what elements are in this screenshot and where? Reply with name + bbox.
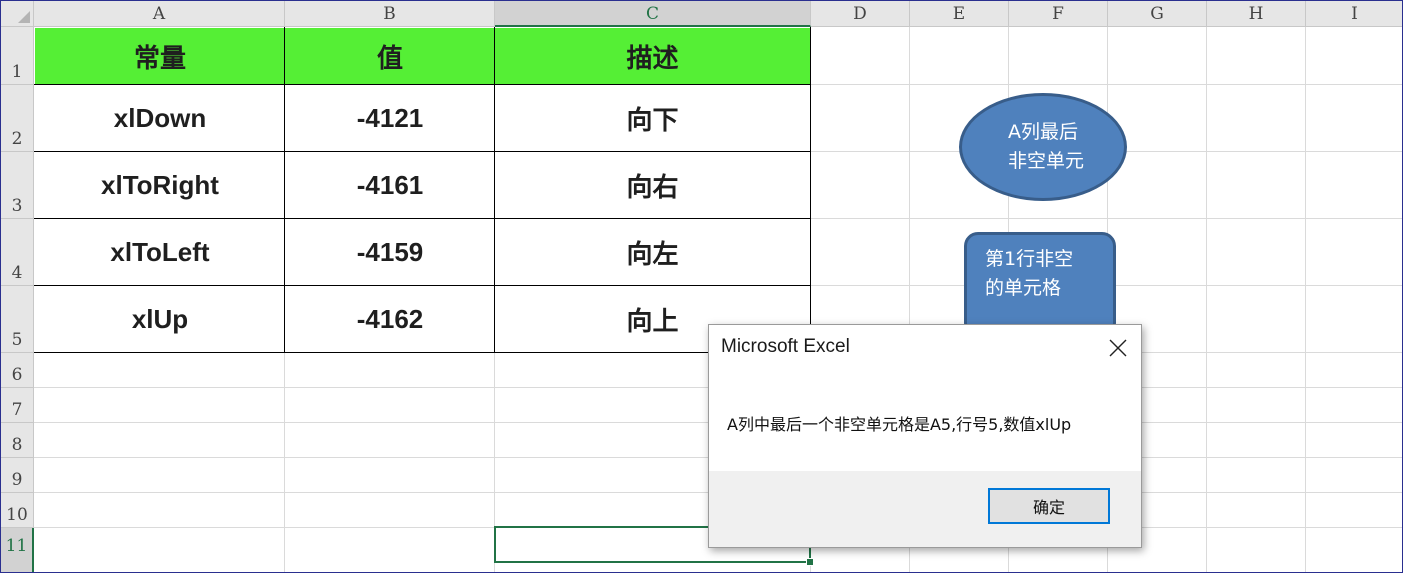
column-header-g[interactable]: G [1108,1,1207,27]
table-header-description[interactable]: 描述 [495,28,810,85]
dialog-title: Microsoft Excel [721,336,850,357]
table-cell[interactable]: xlDown [35,85,285,152]
column-header-c[interactable]: C [495,1,811,27]
row-header-8[interactable]: 8 [1,423,34,458]
table-header-value[interactable]: 值 [285,28,495,85]
close-icon[interactable] [1107,337,1129,359]
column-header-f[interactable]: F [1009,1,1108,27]
row-header-2[interactable]: 2 [1,85,34,152]
column-header-d[interactable]: D [811,1,910,27]
spreadsheet-window: A B C D E F G H I 1 2 3 4 5 6 7 8 9 10 1… [0,0,1403,573]
table-cell[interactable]: 向右 [495,152,810,219]
fill-handle[interactable] [806,558,814,566]
table-cell[interactable]: xlUp [35,286,285,353]
row-header-10[interactable]: 10 [1,493,34,528]
column-header-a[interactable]: A [34,1,285,27]
table-cell[interactable]: -4159 [285,219,495,286]
column-header-e[interactable]: E [910,1,1009,27]
message-box-dialog: Microsoft Excel A列中最后一个非空单元格是A5,行号5,数值xl… [708,324,1142,548]
row-header-9[interactable]: 9 [1,458,34,493]
column-header-b[interactable]: B [285,1,495,27]
table-header-constant[interactable]: 常量 [35,28,285,85]
column-header-h[interactable]: H [1207,1,1306,27]
ellipse-shape-last-nonempty-a[interactable]: A列最后 非空单元 [959,93,1127,201]
select-all-corner[interactable] [1,1,34,27]
row-header-7[interactable]: 7 [1,388,34,423]
table-cell[interactable]: -4121 [285,85,495,152]
row-header-1[interactable]: 1 [1,27,34,85]
dialog-button-bar: 确定 [709,471,1141,547]
table-cell[interactable]: -4161 [285,152,495,219]
column-header-i[interactable]: I [1306,1,1402,27]
table-cell[interactable]: 向下 [495,85,810,152]
table-cell[interactable]: xlToLeft [35,219,285,286]
rounded-rect-shape-row1-nonempty[interactable]: 第1行非空 的单元格 [964,232,1116,337]
dialog-message: A列中最后一个非空单元格是A5,行号5,数值xlUp [727,415,1072,434]
row-header-6[interactable]: 6 [1,353,34,388]
table-cell[interactable]: -4162 [285,286,495,353]
ok-button[interactable]: 确定 [988,488,1110,524]
row-header-3[interactable]: 3 [1,152,34,219]
table-cell[interactable]: xlToRight [35,152,285,219]
row-header-11[interactable]: 11 [1,528,34,572]
row-header-5[interactable]: 5 [1,286,34,353]
table-cell[interactable]: 向左 [495,219,810,286]
row-header-4[interactable]: 4 [1,219,34,286]
